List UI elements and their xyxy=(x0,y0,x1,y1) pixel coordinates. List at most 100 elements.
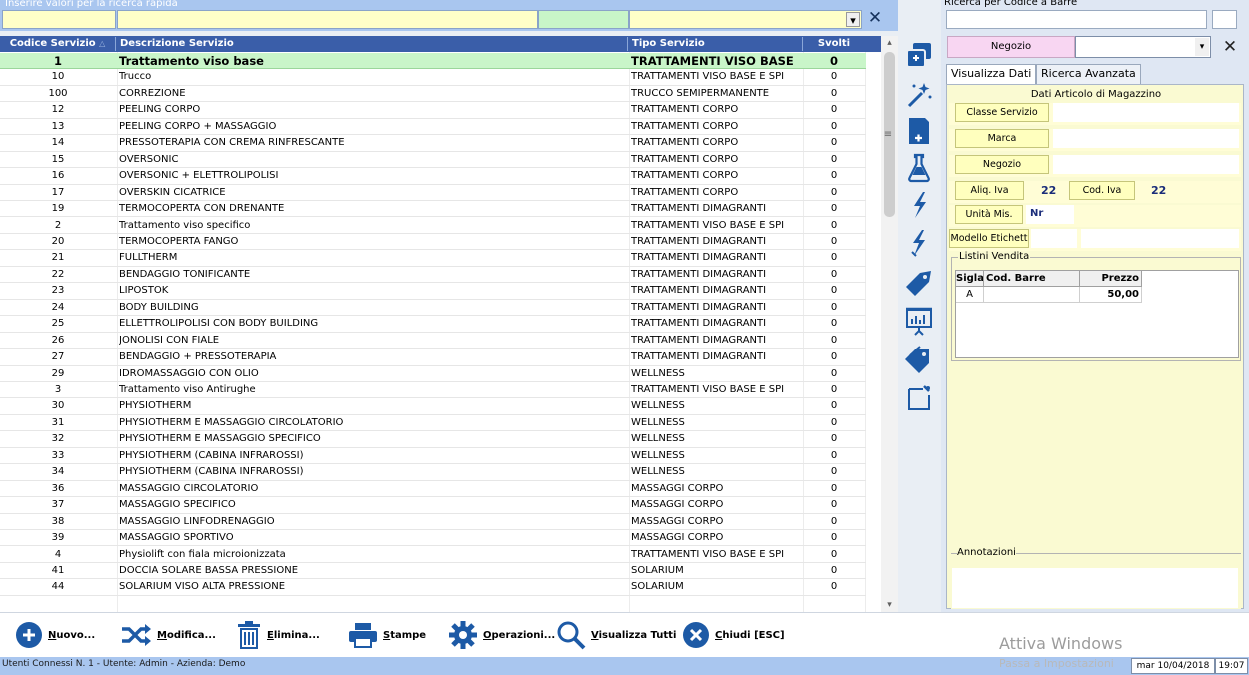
note-icon[interactable] xyxy=(902,381,936,415)
table-row[interactable]: 16 OVERSONIC + ELETTROLIPOLISI TRATTAMENTI… xyxy=(0,168,866,185)
cod-iva-button[interactable]: Cod. Iva xyxy=(1069,181,1135,200)
table-row[interactable]: 37 MASSAGGIO SPECIFICO MASSAGGI CORPO 0 xyxy=(0,497,866,514)
visualizza-tutti-button[interactable]: Visualizza Tutti xyxy=(556,619,676,651)
table-row[interactable]: 19 TERMOCOPERTA CON DRENANTE TRATTAMENTI D… xyxy=(0,201,866,218)
stampe-button[interactable]: Stampe xyxy=(348,619,426,651)
table-row[interactable]: 38 MASSAGGIO LINFODRENAGGIO MASSAGGI CORPO… xyxy=(0,514,866,531)
barcode-qty-input[interactable] xyxy=(1212,10,1237,29)
table-row[interactable]: 14 PRESSOTERAPIA CON CREMA RINFRESCANTE TR… xyxy=(0,135,866,152)
cell-descrizione: TERMOCOPERTA CON DRENANTE xyxy=(119,203,285,215)
flask-icon[interactable] xyxy=(902,151,936,185)
table-row[interactable]: 31 PHYSIOTHERM E MASSAGGIO CIRCOLATORIO WE… xyxy=(0,415,866,432)
right-panel: Ricerca per Codice a Barre Negozio ▾ ✕ V… xyxy=(941,0,1249,612)
quick-search-svolti-input[interactable] xyxy=(538,10,629,29)
table-row[interactable]: 27 BENDAGGIO + PRESSOTERAPIA TRATTAMENTI D… xyxy=(0,349,866,366)
col-header-svolti[interactable]: Svolti xyxy=(805,37,863,51)
col-header-tipo[interactable]: Tipo Servizio xyxy=(631,37,803,51)
listini-cell-codbarre[interactable] xyxy=(984,287,1080,303)
listini-cell-prezzo[interactable]: 50,00 xyxy=(1080,287,1142,303)
lightning-up-icon[interactable] xyxy=(902,188,936,222)
table-row[interactable]: 12 PEELING CORPO TRATTAMENTI CORPO 0 xyxy=(0,102,866,119)
table-row[interactable]: 100 CORREZIONE TRUCCO SEMIPERMANENTE 0 xyxy=(0,86,866,103)
table-row[interactable]: 24 BODY BUILDING TRATTAMENTI DIMAGRANTI 0 xyxy=(0,300,866,317)
table-row[interactable]: 26 JONOLISI CON FIALE TRATTAMENTI DIMAGRAN… xyxy=(0,333,866,350)
quick-search-tipo-select[interactable]: ▾ xyxy=(629,10,862,29)
clear-search-button[interactable]: ✕ xyxy=(867,9,883,27)
table-row[interactable]: 20 TERMOCOPERTA FANGO TRATTAMENTI DIMAGRAN… xyxy=(0,234,866,251)
table-row[interactable]: 2 Trattamento viso specifico TRATTAMENTI V… xyxy=(0,218,866,234)
cell-codice: 32 xyxy=(51,433,65,445)
annotazioni-group: Annotazioni xyxy=(951,547,1241,609)
listini-col-prezzo[interactable]: Prezzo xyxy=(1080,271,1142,287)
double-tag-icon[interactable] xyxy=(902,343,936,377)
table-row-selected[interactable]: 1 Trattamento viso base TRATTAMENTI VISO B… xyxy=(0,53,866,70)
listini-cell-sigla[interactable]: A xyxy=(956,287,984,303)
close-icon[interactable]: ✕ xyxy=(1219,36,1241,58)
annotazioni-textarea[interactable] xyxy=(952,568,1238,608)
negozio-button[interactable]: Negozio xyxy=(955,155,1049,174)
cell-svolti: 0 xyxy=(830,203,838,215)
chevron-down-icon[interactable]: ▾ xyxy=(846,12,860,27)
marca-value xyxy=(1053,129,1239,148)
cell-descrizione: OVERSONIC xyxy=(119,153,179,165)
table-row[interactable]: 32 PHYSIOTHERM E MASSAGGIO SPECIFICO WELLN… xyxy=(0,431,866,448)
table-row[interactable]: 44 SOLARIUM VISO ALTA PRESSIONE SOLARIUM 0 xyxy=(0,579,866,596)
col-header-descrizione[interactable]: Descrizione Servizio xyxy=(119,37,628,51)
table-row[interactable]: 15 OVERSONIC TRATTAMENTI CORPO 0 xyxy=(0,152,866,169)
chevron-down-icon[interactable]: ▾ xyxy=(1195,38,1209,56)
marca-button[interactable]: Marca xyxy=(955,129,1049,148)
status-text: Utenti Connessi N. 1 - Utente: Admin - A… xyxy=(2,659,246,669)
table-row[interactable]: 41 DOCCIA SOLARE BASSA PRESSIONE SOLARIUM 0 xyxy=(0,563,866,580)
cell-descrizione: BENDAGGIO + PRESSOTERAPIA xyxy=(119,351,277,363)
negozio-select[interactable]: ▾ xyxy=(1075,36,1211,58)
scroll-up-icon[interactable]: ▴ xyxy=(881,38,898,48)
listini-col-sigla[interactable]: Sigla xyxy=(956,271,984,287)
cell-svolti: 0 xyxy=(830,301,838,313)
table-row[interactable]: 17 OVERSKIN CICATRICE TRATTAMENTI CORPO 0 xyxy=(0,185,866,202)
barcode-search-input[interactable] xyxy=(946,10,1207,29)
table-row[interactable]: 39 MASSAGGIO SPORTIVO MASSAGGI CORPO 0 xyxy=(0,530,866,547)
price-tag-icon[interactable] xyxy=(902,266,936,300)
aliq-iva-button[interactable]: Aliq. Iva xyxy=(955,181,1024,200)
printer-icon xyxy=(349,623,377,648)
table-row[interactable]: 23 LIPOSTOK TRATTAMENTI DIMAGRANTI 0 xyxy=(0,283,866,300)
modifica-button[interactable]: Modifica... xyxy=(120,619,216,651)
table-row[interactable]: 21 FULLTHERM TRATTAMENTI DIMAGRANTI 0 xyxy=(0,250,866,267)
table-row[interactable]: 3 Trattamento viso Antirughe TRATTAMENTI V… xyxy=(0,382,866,399)
cell-descrizione: Trattamento viso specifico xyxy=(119,219,251,231)
lightning-down-icon[interactable] xyxy=(902,226,936,260)
add-document-icon[interactable] xyxy=(902,114,936,148)
field-row-negozio: Negozio xyxy=(949,155,1241,177)
table-row[interactable]: 36 MASSAGGIO CIRCOLATORIO MASSAGGI CORPO 0 xyxy=(0,481,866,498)
table-row[interactable]: 25 ELLETTROLIPOLISI CON BODY BUILDING TRAT… xyxy=(0,316,866,333)
table-row[interactable]: 22 BENDAGGIO TONIFICANTE TRATTAMENTI DIMAG… xyxy=(0,267,866,284)
services-grid: Codice Servizio △ Descrizione Servizio T… xyxy=(0,36,881,612)
classe-servizio-button[interactable]: Classe Servizio xyxy=(955,103,1049,122)
magic-wand-icon[interactable] xyxy=(902,77,936,111)
table-row[interactable]: 29 IDROMASSAGGIO CON OLIO WELLNESS 0 xyxy=(0,366,866,382)
table-row[interactable]: 10 Trucco TRATTAMENTI VISO BASE E SPI 0 xyxy=(0,69,866,86)
cell-svolti: 0 xyxy=(830,285,838,297)
copy-window-icon[interactable] xyxy=(902,39,936,73)
table-row[interactable]: 34 PHYSIOTHERM (CABINA INFRAROSSI) WELLNES… xyxy=(0,464,866,481)
tab-visualizza-dati[interactable]: Visualizza Dati xyxy=(946,64,1037,84)
scroll-down-icon[interactable]: ▾ xyxy=(881,600,898,610)
listini-col-codbarre[interactable]: Cod. Barre xyxy=(984,271,1080,287)
quick-search-descrizione-input[interactable] xyxy=(117,10,538,29)
table-row[interactable]: 4 Physiolift con fiala microionizzata TRAT… xyxy=(0,547,866,563)
quick-search-codice-input[interactable] xyxy=(2,10,116,29)
operazioni-button[interactable]: Operazioni... xyxy=(448,619,555,651)
table-row[interactable]: 13 PEELING CORPO + MASSAGGIO TRATTAMENTI C… xyxy=(0,119,866,136)
presentation-chart-icon[interactable] xyxy=(902,304,936,338)
chiudi-button[interactable]: Chiudi [ESC] xyxy=(682,619,785,651)
nuovo-button[interactable]: Nuovo... xyxy=(15,619,95,651)
tab-ricerca-avanzata[interactable]: Ricerca Avanzata xyxy=(1036,64,1141,84)
cell-codice: 34 xyxy=(51,466,65,478)
col-header-codice[interactable]: Codice Servizio △ xyxy=(0,37,116,51)
modello-etichetta-button[interactable]: Modello Etichett xyxy=(949,229,1029,248)
cell-codice: 10 xyxy=(51,71,65,83)
table-row[interactable]: 30 PHYSIOTHERM WELLNESS 0 xyxy=(0,398,866,415)
table-row[interactable]: 33 PHYSIOTHERM (CABINA INFRAROSSI) WELLNES… xyxy=(0,448,866,465)
unita-mis-button[interactable]: Unità Mis. xyxy=(955,205,1023,224)
elimina-button[interactable]: Elimina... xyxy=(236,619,320,651)
